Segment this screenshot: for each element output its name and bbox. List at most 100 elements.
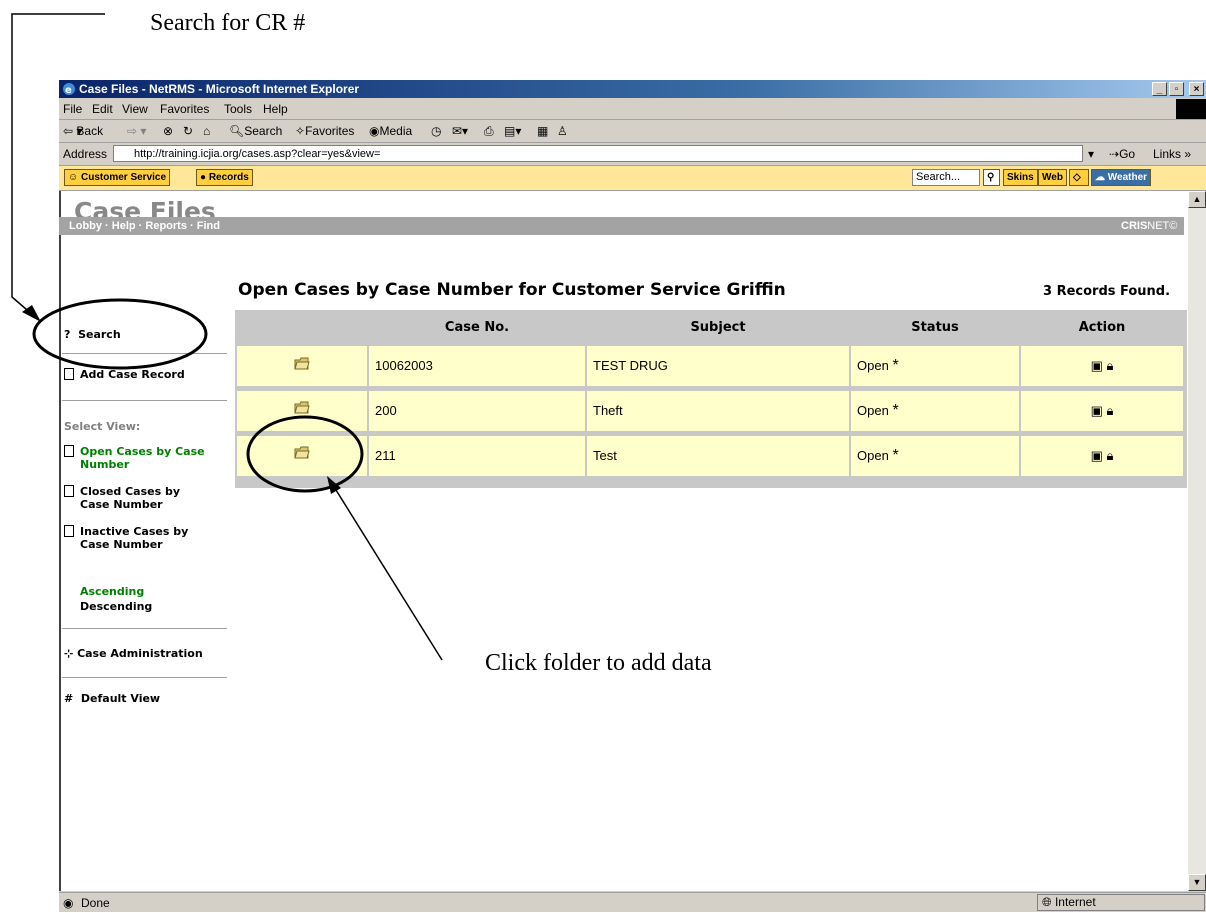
ie-logo-icon: e — [63, 83, 75, 96]
nav-links[interactable]: Lobby · Help · Reports · Find — [69, 217, 220, 235]
window-title: Case Files - NetRMS - Microsoft Internet… — [79, 82, 360, 96]
select-view-label: Select View: — [64, 420, 141, 433]
forward-button[interactable]: ⇨ ▾ — [127, 120, 146, 142]
subject-cell: Theft — [587, 391, 849, 431]
stop-icon[interactable]: ⊗ — [163, 120, 173, 142]
vertical-scrollbar[interactable]: ▲ ▼ — [1188, 191, 1206, 891]
address-input[interactable]: http://training.icjia.org/cases.asp?clea… — [113, 145, 1083, 162]
favorites-button[interactable]: ✧ Favorites — [295, 120, 354, 142]
discuss-icon[interactable]: ▦ — [537, 120, 548, 142]
refresh-icon[interactable]: ↻ — [183, 120, 193, 142]
toolbar-search-icon[interactable]: ⚲ — [983, 169, 1000, 186]
print-icon[interactable]: ⎙ — [484, 120, 494, 142]
windows-logo-icon — [1176, 99, 1206, 119]
crisnet-brand: CRISNET© — [1121, 220, 1178, 232]
standard-toolbar: ⇦ Back ▾ ⇨ ▾ ⊗ ↻ ⌂ 🔍︎ Search ✧ Favorites ◉… — [59, 120, 1206, 143]
divider — [62, 628, 227, 629]
case-no-cell[interactable]: 211 — [369, 436, 585, 476]
customer-service-button[interactable]: ☺ Customer Service — [64, 169, 171, 186]
weather-button[interactable]: ☁ Weather — [1091, 169, 1152, 186]
minimize-button[interactable]: _ — [1152, 82, 1167, 96]
nav-strip: Lobby · Help · Reports · Find CRISNET© — [59, 217, 1184, 235]
close-button[interactable]: × — [1189, 82, 1204, 96]
globe-icon: 🌐︎ — [1042, 895, 1052, 909]
custom-toolbar: ☺ Customer Service ● Records Search... ⚲… — [59, 166, 1206, 191]
properties-icon[interactable]: ▣ — [1091, 403, 1103, 418]
mail-icon[interactable]: ✉▾ — [452, 120, 468, 142]
search-button[interactable]: 🔍︎ Search — [229, 120, 282, 142]
records-button[interactable]: ● Records — [196, 169, 253, 186]
status-bar: ◉ Done 🌐︎ Internet — [59, 892, 1206, 913]
action-cell: ▣ 🔒︎ — [1021, 391, 1183, 431]
divider — [62, 353, 227, 354]
go-button[interactable]: ⇢Go — [1109, 143, 1135, 165]
sort-descending[interactable]: Descending — [80, 600, 152, 613]
cases-table: Case No. Subject Status Action 10062003 … — [235, 310, 1187, 488]
zone-panel: 🌐︎ Internet — [1037, 894, 1205, 911]
col-header-status: Status — [911, 320, 959, 335]
menu-edit[interactable]: Edit — [92, 99, 113, 119]
menu-file[interactable]: File — [63, 99, 82, 119]
address-dropdown-icon[interactable]: ▾ — [1088, 143, 1094, 165]
menu-tools[interactable]: Tools — [224, 99, 252, 119]
lock-icon[interactable]: 🔒︎ — [1107, 358, 1114, 373]
action-cell: ▣ 🔒︎ — [1021, 346, 1183, 386]
svg-text:e: e — [65, 85, 72, 96]
toolbar-search-input[interactable]: Search... — [912, 169, 980, 186]
history-icon[interactable]: ◷ — [431, 120, 441, 142]
left-nav: ? Search Add Case Record Select View: Op… — [59, 255, 229, 755]
browser-window: e Case Files - NetRMS - Microsoft Intern… — [59, 80, 1206, 912]
nav-case-administration[interactable]: ⊹ Case Administration — [64, 647, 203, 660]
scroll-up-button[interactable]: ▲ — [1188, 191, 1206, 208]
status-text: Done — [81, 896, 110, 910]
status-cell: Open * — [851, 346, 1019, 386]
records-found: 3 Records Found. — [1043, 284, 1171, 299]
back-button[interactable]: ⇦ Back ▾ — [63, 120, 103, 142]
web-button[interactable]: Web — [1038, 169, 1067, 186]
links-button[interactable]: Links » — [1153, 143, 1191, 165]
scroll-down-button[interactable]: ▼ — [1188, 874, 1206, 891]
title-bar: e Case Files - NetRMS - Microsoft Intern… — [59, 80, 1206, 98]
sort-ascending[interactable]: Ascending — [80, 585, 144, 598]
subject-cell: TEST DRUG — [587, 346, 849, 386]
properties-icon[interactable]: ▣ — [1091, 358, 1103, 373]
address-label: Address — [63, 147, 108, 161]
document-icon — [64, 525, 74, 537]
menu-favorites[interactable]: Favorites — [160, 99, 209, 119]
search-callout-label: Search for CR # — [150, 10, 306, 36]
case-no-cell[interactable]: 200 — [369, 391, 585, 431]
properties-icon[interactable]: ▣ — [1091, 448, 1103, 463]
view-inactive-cases[interactable]: Inactive Cases by Case Number — [64, 525, 224, 551]
messenger-icon[interactable]: ♙ — [557, 120, 568, 142]
status-cell: Open * — [851, 436, 1019, 476]
edit-icon[interactable]: ▤▾ — [504, 120, 521, 142]
nav-default-view[interactable]: # Default View — [64, 692, 160, 705]
col-header-case-no: Case No. — [444, 320, 510, 335]
home-icon[interactable]: ⌂ — [203, 120, 210, 142]
view-open-cases[interactable]: Open Cases by Case Number — [64, 445, 224, 471]
skins-button[interactable]: Skins — [1003, 169, 1038, 186]
page-heading: Open Cases by Case Number for Customer S… — [238, 280, 786, 300]
menu-view[interactable]: View — [122, 99, 148, 119]
action-cell: ▣ 🔒︎ — [1021, 436, 1183, 476]
document-icon — [64, 368, 74, 380]
maximize-button[interactable]: ▫ — [1169, 82, 1184, 96]
col-header-action: Action — [1078, 320, 1126, 335]
status-cell: Open * — [851, 391, 1019, 431]
org-chart-icon: ⊹ — [64, 647, 74, 660]
highlight-icon[interactable]: ◇ — [1069, 169, 1089, 186]
media-button[interactable]: ◉ Media — [369, 120, 412, 142]
nav-search[interactable]: ? Search — [64, 328, 121, 341]
case-no-cell[interactable]: 10062003 — [369, 346, 585, 386]
lock-icon[interactable]: 🔒︎ — [1107, 403, 1114, 418]
divider — [62, 400, 227, 401]
folder-icon[interactable] — [294, 401, 310, 414]
view-closed-cases[interactable]: Closed Cases by Case Number — [64, 485, 224, 511]
folder-icon[interactable] — [294, 446, 310, 459]
subject-cell: Test — [587, 436, 849, 476]
menu-help[interactable]: Help — [263, 99, 288, 119]
folder-icon[interactable] — [294, 357, 310, 370]
document-icon — [64, 485, 74, 497]
nav-add-case-record[interactable]: Add Case Record — [64, 368, 185, 381]
lock-icon[interactable]: 🔒︎ — [1107, 448, 1114, 463]
